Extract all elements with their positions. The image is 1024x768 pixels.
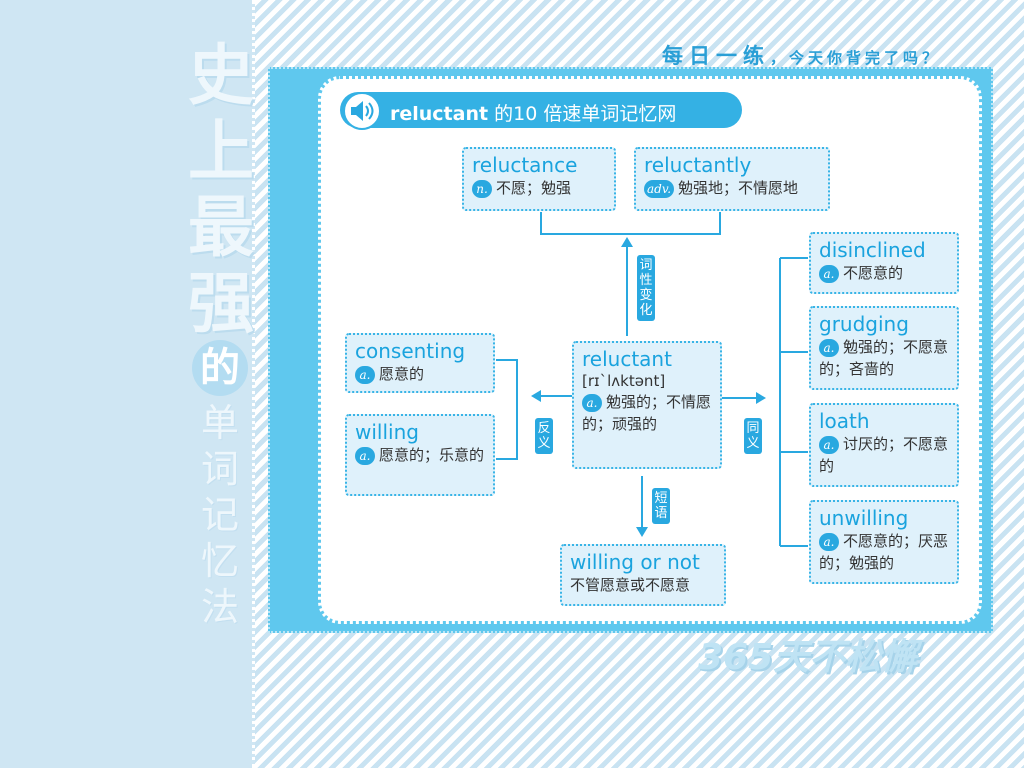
phrase-arrowhead: [636, 527, 648, 537]
center-phonetic: [rɪˋlʌktənt]: [582, 372, 666, 390]
node-word: unwilling: [819, 506, 909, 530]
node-word: reluctantly: [644, 153, 752, 177]
synonym-node: loath a. 讨厌的；不愿意的: [809, 403, 959, 487]
pos-badge: adv.: [644, 179, 675, 198]
synonym-bracket: [779, 257, 808, 547]
pos-badge: a.: [819, 532, 839, 551]
node-word: consenting: [355, 339, 466, 363]
tag-antonym: 反义: [535, 418, 553, 454]
node-meaning: 勉强地；不情愿地: [678, 179, 799, 197]
node-word: grudging: [819, 312, 909, 336]
phrase-word: willing or not: [570, 550, 700, 574]
node-word: reluctance: [472, 153, 578, 177]
pos-badge: a.: [819, 338, 839, 357]
tag-synonym: 同义: [744, 418, 762, 454]
node-meaning: 愿意的: [379, 365, 425, 383]
phrase-node: willing or not 不管愿意或不愿意: [560, 544, 726, 606]
antonym-arrowhead: [531, 390, 541, 402]
phrase-meaning: 不管愿意或不愿意: [570, 576, 691, 594]
pos-badge: a.: [582, 393, 602, 412]
derivative-node: reluctantly adv. 勉强地；不情愿地: [634, 147, 830, 211]
node-meaning: 不愿意的: [843, 264, 904, 282]
node-meaning: 不愿；勉强: [496, 179, 572, 197]
synonym-arrowhead: [756, 392, 766, 404]
synonym-node: unwilling a. 不愿意的；厌恶的；勉强的: [809, 500, 959, 584]
tag-derivation: 词性变化: [637, 255, 655, 321]
node-meaning: 愿意的；乐意的: [379, 446, 485, 464]
pos-badge: a.: [355, 446, 375, 465]
synonym-node: disinclined a. 不愿意的: [809, 232, 959, 294]
bottom-slogan: 365天不松懈: [698, 637, 918, 678]
pos-badge: n.: [472, 179, 492, 198]
tag-phrase: 短语: [652, 488, 670, 524]
node-word: willing: [355, 420, 419, 444]
antonym-node: willing a. 愿意的；乐意的: [345, 414, 495, 496]
pos-badge: a.: [819, 435, 839, 454]
node-word: disinclined: [819, 238, 926, 262]
derivative-node: reluctance n. 不愿；勉强: [462, 147, 616, 211]
pos-badge: a.: [355, 365, 375, 384]
pos-badge: a.: [819, 264, 839, 283]
derivation-bracket: [540, 212, 721, 235]
node-word: loath: [819, 409, 870, 433]
antonym-node: consenting a. 愿意的: [345, 333, 495, 393]
derivation-arrowhead: [621, 237, 633, 247]
synonym-node: grudging a. 勉强的；不愿意的；吝啬的: [809, 306, 959, 390]
center-node: reluctant [rɪˋlʌktənt] a. 勉强的；不情愿的；顽强的: [572, 341, 722, 469]
antonym-bracket: [496, 359, 518, 460]
center-word: reluctant: [582, 347, 672, 371]
